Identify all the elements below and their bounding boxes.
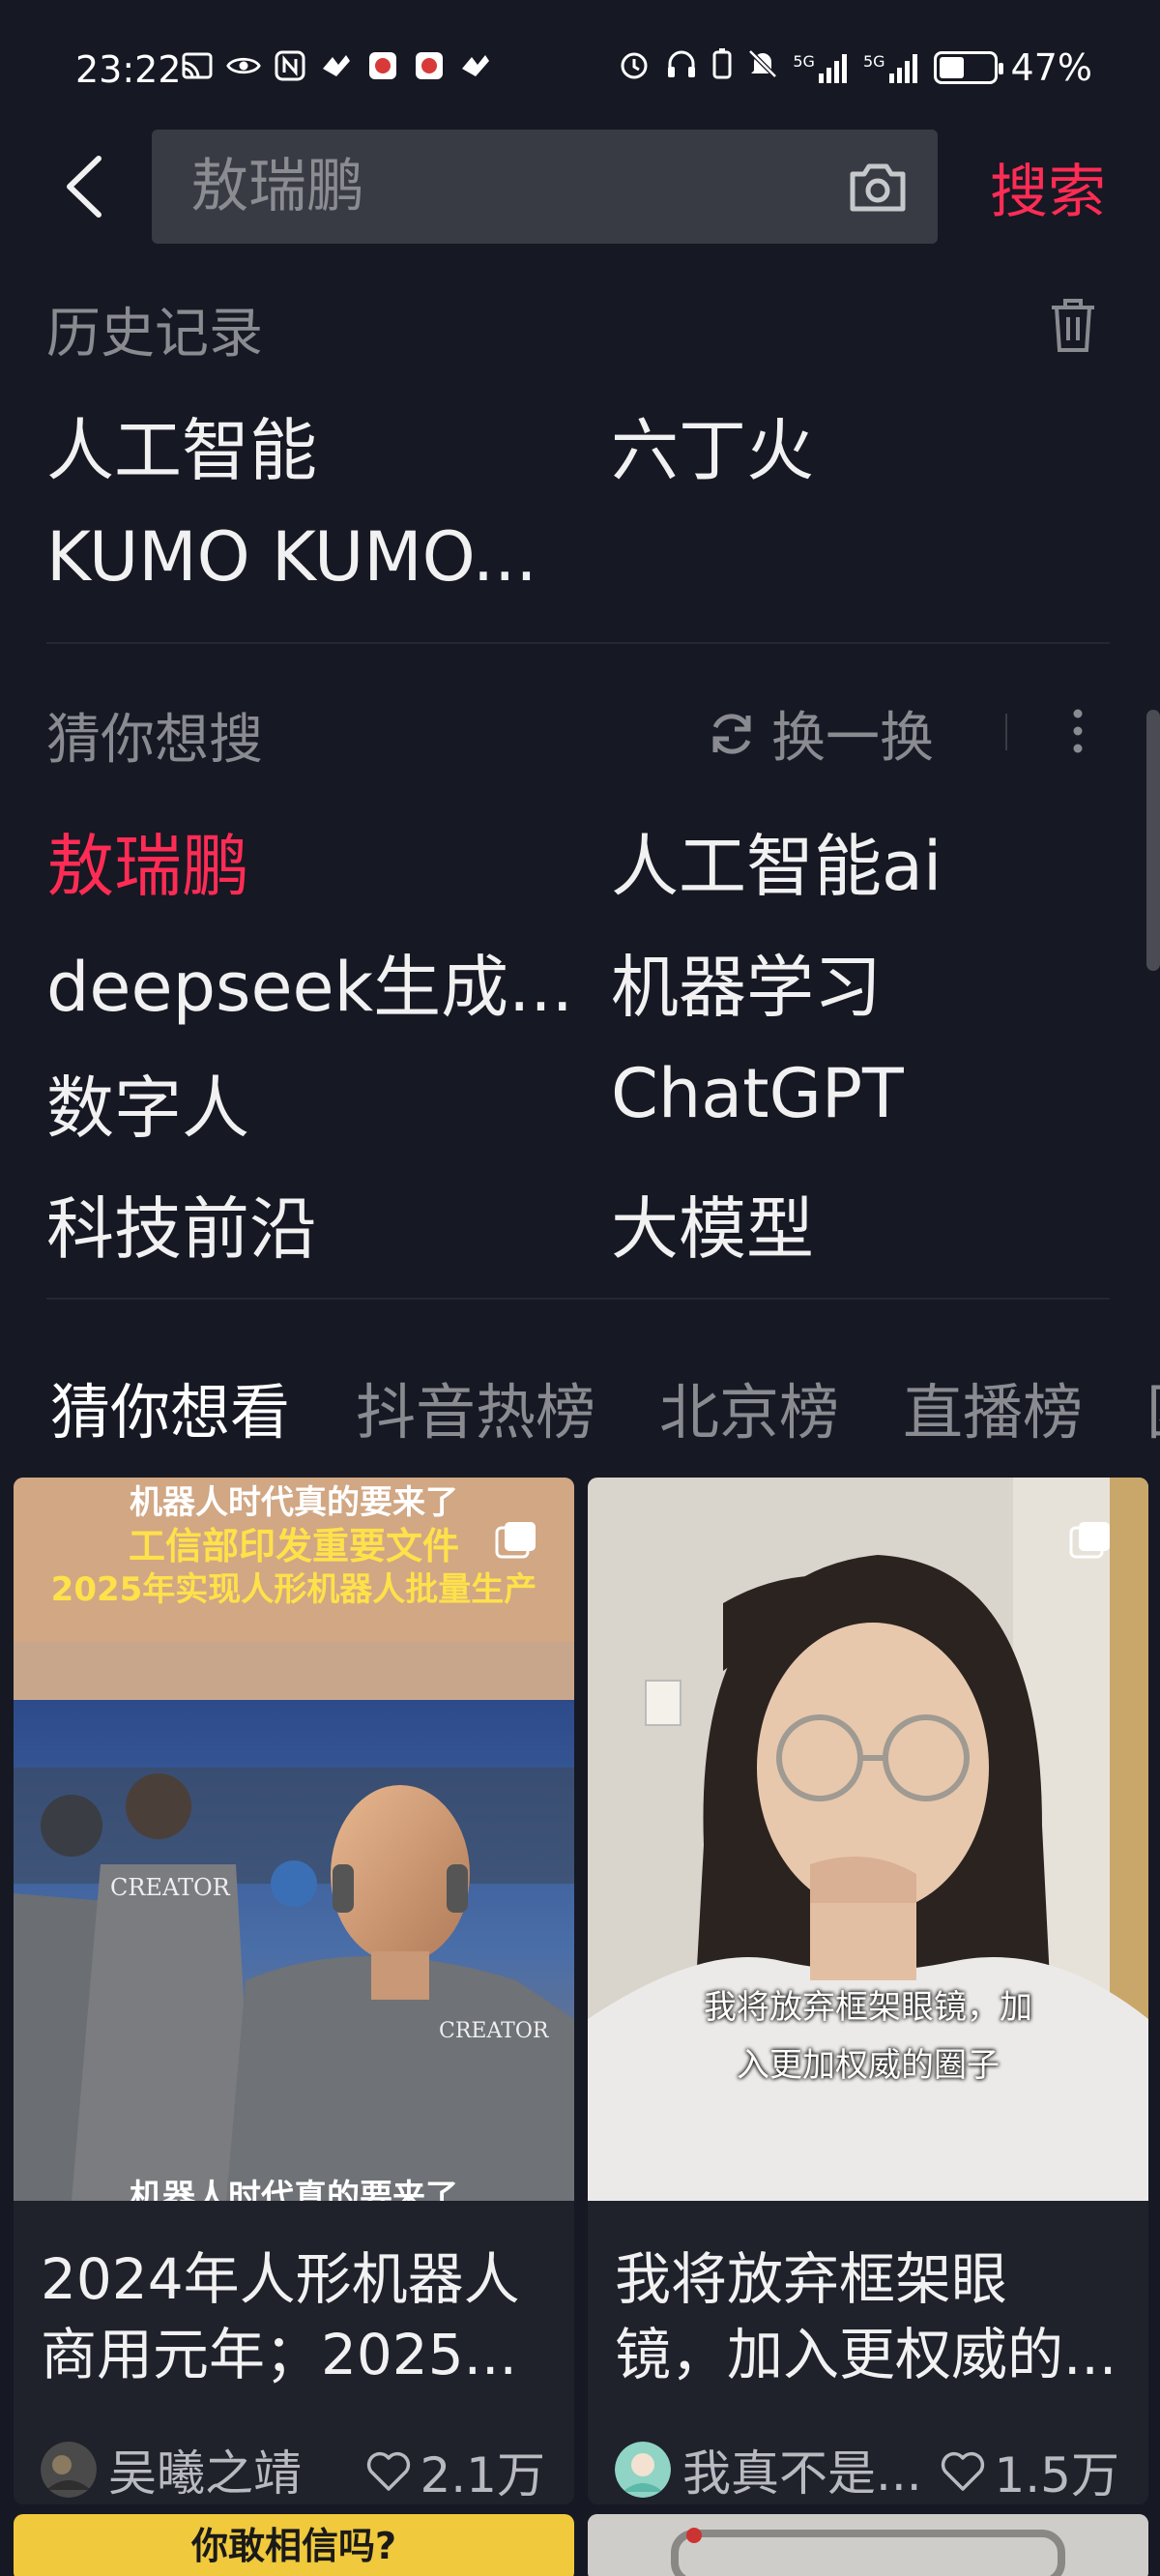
tab-bar: 猜你想看 抖音热榜 北京榜 直播榜 团 (0, 1354, 1160, 1450)
battery-saver-icon (711, 47, 733, 88)
thumbnail-caption: 工信部印发重要文件 (128, 1525, 459, 1567)
video-card[interactable]: 我将放弃框架眼镜，加 入更加权威的圈子 我将放弃框架眼 镜，加入更权威的... … (588, 1478, 1148, 2504)
video-title-line: 镜，加入更权威的... (615, 2322, 1117, 2387)
video-title-line: 商用元年；2025... (41, 2322, 517, 2387)
network-type: 5G (793, 52, 815, 71)
history-item[interactable]: 六丁火 (611, 396, 814, 494)
thumbnail-caption: 2025年实现人形机器人批量生产 (50, 1570, 537, 1609)
refresh-button[interactable]: 换一换 (706, 694, 934, 773)
notification-icons (180, 48, 493, 83)
suggestion-item[interactable]: 人工智能ai (611, 812, 942, 910)
battery-icon (933, 51, 1003, 84)
thumbnail-brand-text: CREATOR (110, 1874, 230, 1901)
suggestion-item[interactable]: 敖瑞鹏 (46, 812, 249, 910)
alarm-icon (617, 46, 652, 89)
status-time: 23:22 (75, 48, 182, 91)
video-thumbnail: 机器人时代真的要来了 工信部印发重要文件 2025年实现人形机器人批量生产 CR… (14, 1478, 574, 2201)
app-notification-icon (319, 48, 354, 83)
search-box[interactable] (152, 130, 938, 244)
history-item[interactable]: KUMO KUMO... (46, 517, 537, 597)
thumbnail-brand-text: CREATOR (439, 2019, 549, 2043)
like-count-value: 1.5万 (994, 2447, 1119, 2503)
status-bar: 23:22 5G 5G 47% (0, 0, 1160, 145)
suggestion-item[interactable]: deepseek生成... (46, 933, 573, 1031)
app-notification-icon (412, 48, 447, 83)
suggestion-item[interactable]: 机器学习 (611, 933, 882, 1031)
tab-more[interactable]: 团 (1146, 1363, 1160, 1450)
eye-icon (226, 48, 261, 83)
signal-icon: 5G (863, 52, 920, 83)
more-options-icon[interactable] (1063, 702, 1092, 760)
scrollbar[interactable] (1146, 710, 1160, 971)
multi-image-icon (495, 1520, 537, 1559)
battery-percent: 47% (1010, 46, 1092, 89)
tab-guess-watch[interactable]: 猜你想看 (50, 1363, 290, 1450)
divider (1005, 714, 1007, 750)
chevron-left-icon (67, 156, 102, 218)
tab-douyin-hot[interactable]: 抖音热榜 (356, 1363, 595, 1450)
mute-icon (746, 47, 779, 88)
tab-live[interactable]: 直播榜 (903, 1363, 1083, 1450)
system-status: 5G 5G 47% (617, 46, 1092, 89)
thumbnail-caption: 入更加权威的圈子 (737, 2046, 1000, 2085)
video-title-line: 我将放弃框架眼 (615, 2246, 1008, 2312)
like-count: 2.1万 (365, 2437, 545, 2504)
avatar (41, 2442, 97, 2498)
thumbnail-caption: 我将放弃框架眼镜，加 (704, 1988, 1032, 2027)
divider (46, 1298, 1110, 1300)
suggestion-item[interactable]: ChatGPT (611, 1054, 904, 1133)
suggestion-item[interactable]: 科技前沿 (46, 1175, 317, 1273)
author-name: 吴曦之靖 (108, 2445, 302, 2502)
back-button[interactable] (60, 153, 108, 220)
signal-icon: 5G (793, 52, 850, 83)
divider (46, 642, 1110, 644)
video-title: 2024年人形机器人 商用元年；2025... (41, 2241, 553, 2392)
guess-title: 猜你想搜 (46, 709, 263, 772)
video-card-partial[interactable] (588, 2514, 1148, 2576)
video-card[interactable]: 机器人时代真的要来了 工信部印发重要文件 2025年实现人形机器人批量生产 CR… (14, 1478, 574, 2504)
refresh-icon (712, 713, 751, 754)
battery-level (939, 57, 964, 78)
history-title: 历史记录 (46, 303, 263, 366)
trash-icon[interactable] (1048, 296, 1098, 354)
multi-image-icon (1069, 1520, 1112, 1559)
network-type: 5G (862, 52, 885, 71)
author[interactable]: 吴曦之靖 (41, 2435, 302, 2504)
suggestion-item[interactable]: 大模型 (611, 1175, 814, 1273)
refresh-label: 换一换 (771, 707, 934, 770)
video-title: 我将放弃框架眼 镜，加入更权威的... (615, 2241, 1127, 2392)
history-item[interactable]: 人工智能 (46, 396, 317, 494)
video-thumbnail: 我将放弃框架眼镜，加 入更加权威的圈子 (588, 1478, 1148, 2201)
like-count-value: 2.1万 (420, 2447, 545, 2503)
cast-icon (180, 48, 215, 83)
thumbnail-caption: 你敢相信吗? (190, 2525, 397, 2567)
nfc-icon (273, 48, 307, 83)
tab-beijing[interactable]: 北京榜 (659, 1363, 839, 1450)
author-name: 我真不是... (682, 2445, 922, 2502)
headphones-icon (665, 47, 698, 88)
search-button[interactable]: 搜索 (990, 145, 1106, 229)
heart-icon (367, 2451, 411, 2491)
like-count: 1.5万 (940, 2437, 1119, 2504)
app-notification-icon (458, 48, 493, 83)
video-thumbnail (588, 2514, 1148, 2576)
avatar (615, 2442, 671, 2498)
suggestion-item[interactable]: 数字人 (46, 1054, 249, 1152)
video-title-line: 2024年人形机器人 (41, 2246, 520, 2312)
app-notification-icon (365, 48, 400, 83)
video-card-partial[interactable]: 你敢相信吗? (14, 2514, 574, 2576)
camera-icon[interactable] (847, 157, 909, 217)
heart-icon (942, 2451, 985, 2491)
search-input[interactable] (190, 151, 770, 222)
author[interactable]: 我真不是... (615, 2435, 922, 2504)
thumbnail-caption: 机器人时代真的要来了 (130, 2178, 458, 2201)
